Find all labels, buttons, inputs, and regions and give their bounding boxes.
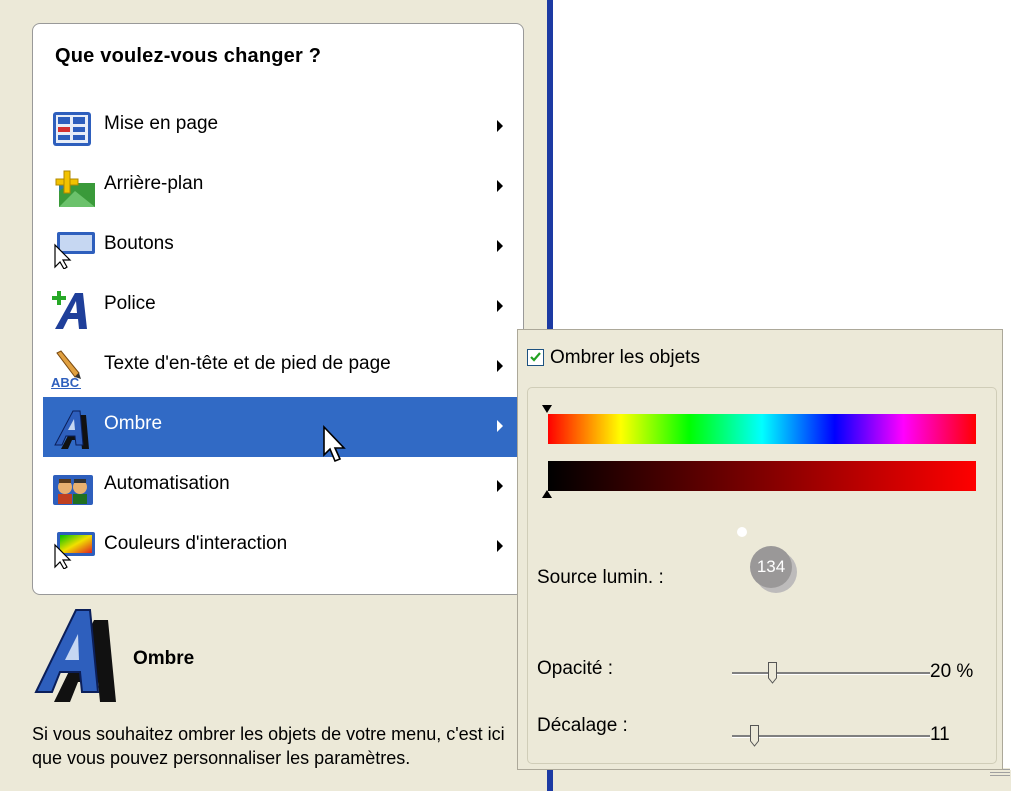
shadow-icon	[54, 410, 89, 449]
shadow-large-icon	[34, 609, 116, 702]
menu-item-label: Ombre	[104, 413, 163, 434]
menu-item-header-footer-text[interactable]: ABC Texte d'en-tête et de pied de page	[43, 337, 518, 397]
offset-label: Décalage :	[537, 715, 628, 736]
menu-title: Que voulez-vous changer ?	[55, 45, 322, 67]
menu-item-label: Boutons	[104, 233, 174, 254]
hue-marker-icon[interactable]	[542, 405, 552, 413]
background-icon	[55, 170, 95, 207]
menu-item-automation[interactable]: Automatisation	[43, 457, 518, 517]
chevron-right-icon	[497, 540, 503, 552]
description-text: Si vous souhaitez ombrer les objets de v…	[32, 724, 505, 768]
light-source-knob[interactable]: 134	[750, 546, 792, 588]
menu-item-shadow[interactable]: Ombre	[43, 397, 518, 457]
chevron-right-icon	[497, 120, 503, 132]
menu-item-label: Mise en page	[104, 113, 219, 134]
checkmark-icon	[530, 352, 541, 362]
offset-slider-thumb[interactable]	[750, 725, 759, 747]
menu-item-background[interactable]: Arrière-plan	[43, 157, 518, 217]
hue-color-bar[interactable]	[548, 414, 976, 444]
shadow-settings-panel: Ombrer les objets Source lumin. : 134 Op…	[517, 329, 1003, 770]
opacity-label: Opacité :	[537, 658, 614, 679]
menu-item-label: Texte d'en-tête et de pied de page	[104, 353, 391, 374]
light-direction-dot[interactable]	[737, 527, 747, 537]
chevron-right-icon	[497, 480, 503, 492]
light-source-label: Source lumin. :	[537, 567, 664, 588]
header-footer-text-icon: ABC	[51, 350, 81, 389]
shade-color-bar[interactable]	[548, 461, 976, 491]
status-strip	[553, 770, 1011, 791]
font-icon	[52, 291, 87, 329]
offset-value: 11	[930, 724, 950, 745]
opacity-slider-thumb[interactable]	[768, 662, 777, 684]
svg-text:ABC: ABC	[51, 375, 80, 389]
interaction-colors-icon	[54, 532, 95, 569]
menu-item-label: Police	[104, 293, 156, 314]
chevron-right-icon	[497, 180, 503, 192]
chevron-right-icon	[497, 420, 503, 432]
chevron-right-icon	[497, 360, 503, 372]
layout-icon	[53, 112, 91, 146]
buttons-icon	[54, 232, 95, 269]
opacity-slider-track[interactable]	[732, 672, 930, 675]
chevron-right-icon	[497, 240, 503, 252]
offset-slider-track[interactable]	[732, 735, 930, 738]
change-menu-panel: Que voulez-vous changer ? Mise en page A…	[32, 23, 524, 595]
menu-item-label: Couleurs d'interaction	[104, 533, 288, 554]
menu-item-label: Arrière-plan	[104, 173, 204, 194]
shade-marker-icon[interactable]	[542, 490, 552, 498]
chevron-right-icon	[497, 300, 503, 312]
description-title: Ombre	[133, 648, 195, 669]
menu-item-label: Automatisation	[104, 473, 230, 494]
menu-item-buttons[interactable]: Boutons	[43, 217, 518, 277]
shadow-objects-label: Ombrer les objets	[550, 347, 700, 368]
menu-item-layout[interactable]: Mise en page	[43, 97, 518, 157]
menu-item-font[interactable]: Police	[43, 277, 518, 337]
opacity-value: 20 %	[930, 661, 974, 682]
menu-item-interaction-colors[interactable]: Couleurs d'interaction	[43, 517, 518, 577]
shadow-objects-checkbox[interactable]	[527, 349, 544, 366]
automation-icon	[53, 475, 93, 505]
mouse-cursor-icon	[323, 425, 346, 463]
